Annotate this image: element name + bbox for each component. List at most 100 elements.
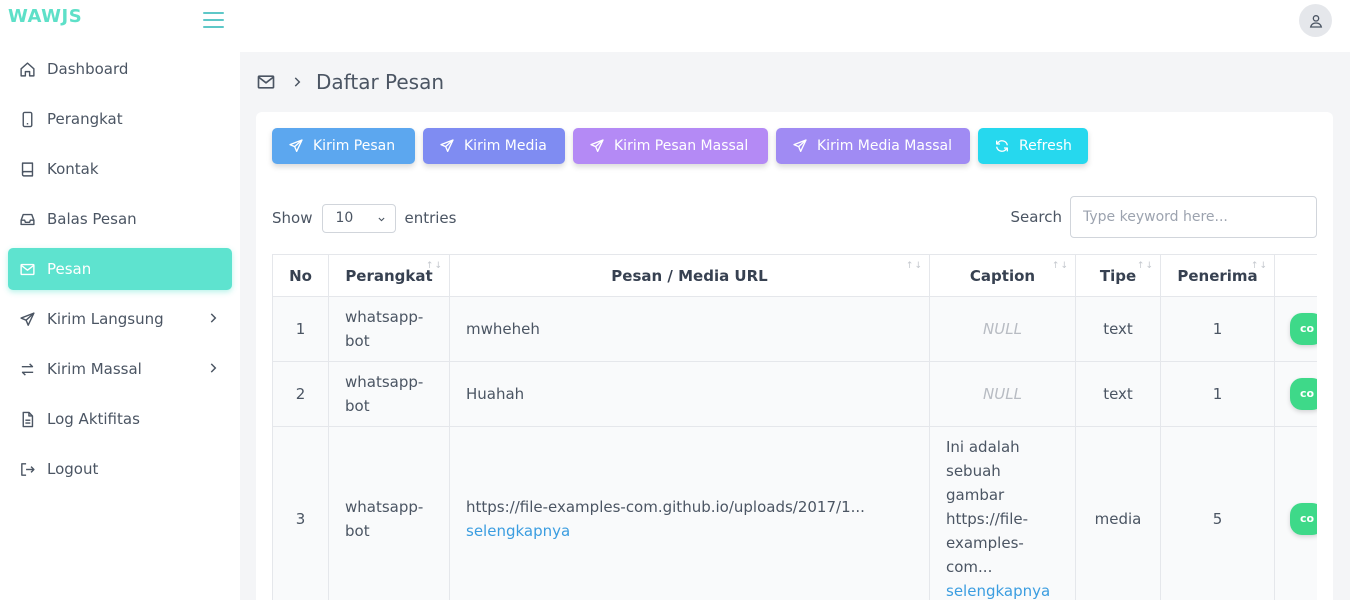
cell-perangkat: whatsapp-bot	[328, 426, 450, 600]
page-size-control: Show 10 entries	[272, 203, 456, 233]
search-control: Search	[1010, 196, 1317, 238]
send-icon	[289, 139, 303, 152]
column-header-perangkat[interactable]: Perangkat ↑↓	[328, 254, 450, 297]
send-icon	[590, 139, 604, 152]
chevron-right-icon	[210, 313, 217, 323]
chevron-right-icon	[294, 77, 301, 87]
breadcrumb: Daftar Pesan	[256, 68, 444, 96]
cell-perangkat: whatsapp-bot	[328, 361, 450, 427]
cell-no: 1	[272, 296, 329, 362]
cell-no: 2	[272, 361, 329, 427]
sidebar-item-balas-pesan[interactable]: Balas Pesan	[8, 198, 232, 240]
column-header-label: Caption	[969, 266, 1036, 285]
button-label: Kirim Pesan Massal	[614, 138, 749, 154]
column-header-label: Pesan / Media URL	[611, 266, 768, 285]
search-input[interactable]	[1070, 196, 1317, 238]
home-icon	[18, 60, 36, 78]
sort-icon: ↑↓	[1250, 261, 1268, 271]
page-size-select[interactable]: 10	[322, 203, 397, 233]
cell-caption: Ini adalah sebuah gambar https://file-ex…	[929, 426, 1076, 600]
kirim-pesan-massal-button[interactable]: Kirim Pesan Massal	[573, 128, 768, 164]
sidebar-item-pesan[interactable]: Pesan	[8, 248, 232, 290]
sidebar-item-label: Dashboard	[47, 60, 129, 78]
cell-pesan: https://file-examples-com.github.io/uplo…	[449, 426, 930, 600]
caption-text: Ini adalah sebuah gambar https://file-ex…	[946, 438, 1029, 576]
hamburger-menu-icon[interactable]	[203, 12, 224, 28]
cell-pesan: Huahah	[449, 361, 930, 427]
user-icon	[1309, 14, 1322, 28]
sidebar-item-label: Kirim Massal	[47, 360, 142, 378]
cell-no: 3	[272, 426, 329, 600]
cell-pesan: mwheheh	[449, 296, 930, 362]
status-badge: co	[1290, 378, 1317, 410]
sidebar-item-perangkat[interactable]: Perangkat	[8, 98, 232, 140]
sidebar-item-log-aktifitas[interactable]: Log Aktifitas	[8, 398, 232, 440]
user-avatar[interactable]	[1299, 4, 1332, 37]
sidebar-item-label: Kirim Langsung	[47, 310, 164, 328]
inbox-icon	[18, 210, 36, 228]
kirim-media-button[interactable]: Kirim Media	[423, 128, 565, 164]
column-header-pesan[interactable]: Pesan / Media URL ↑↓	[449, 254, 930, 297]
table-row: 1 whatsapp-bot mwheheh NULL text 1 co	[272, 296, 1317, 362]
column-header-caption[interactable]: Caption ↑↓	[929, 254, 1076, 297]
button-label: Refresh	[1019, 138, 1072, 154]
mail-icon	[257, 75, 275, 89]
document-icon	[18, 410, 36, 428]
read-more-link[interactable]: selengkapnya	[466, 519, 913, 543]
status-badge: co	[1290, 503, 1317, 535]
chevron-down-icon	[378, 217, 386, 221]
sort-icon: ↑↓	[1051, 261, 1069, 271]
kirim-media-massal-button[interactable]: Kirim Media Massal	[776, 128, 970, 164]
kirim-pesan-button[interactable]: Kirim Pesan	[272, 128, 415, 164]
cell-status: co	[1274, 296, 1317, 362]
cell-penerima: 5	[1160, 426, 1275, 600]
chevron-right-icon	[210, 363, 217, 373]
sidebar-item-label: Kontak	[47, 160, 99, 178]
cell-caption: NULL	[929, 296, 1076, 362]
cell-penerima: 1	[1160, 361, 1275, 427]
table-header-row: No Perangkat ↑↓ Pesan / Media URL ↑↓ Capti…	[272, 254, 1317, 297]
column-header-no[interactable]: No	[272, 254, 329, 297]
button-label: Kirim Media	[464, 138, 547, 154]
page-size-value: 10	[335, 210, 354, 226]
status-badge: co	[1290, 313, 1317, 345]
table-row: 3 whatsapp-bot https://file-examples-com…	[272, 426, 1317, 600]
device-icon	[18, 110, 36, 128]
sidebar-item-label: Balas Pesan	[47, 210, 137, 228]
messages-table-wrapper[interactable]: No Perangkat ↑↓ Pesan / Media URL ↑↓ Capti…	[272, 254, 1317, 600]
messages-table: No Perangkat ↑↓ Pesan / Media URL ↑↓ Capti…	[272, 254, 1317, 600]
show-label: Show	[272, 209, 313, 227]
button-label: Kirim Media Massal	[817, 138, 953, 154]
sort-icon: ↑↓	[1136, 261, 1154, 271]
read-more-link[interactable]: selengkapnya	[946, 579, 1059, 600]
column-header-label: Perangkat	[345, 266, 433, 285]
brand-logo[interactable]: WAWJS	[8, 6, 82, 27]
mail-icon	[18, 260, 36, 278]
column-header-tipe[interactable]: Tipe ↑↓	[1075, 254, 1161, 297]
cell-tipe: text	[1075, 296, 1161, 362]
sidebar-item-label: Logout	[47, 460, 99, 478]
sidebar-item-label: Log Aktifitas	[47, 410, 140, 428]
column-header-penerima[interactable]: Penerima ↑↓	[1160, 254, 1275, 297]
sidebar-item-dashboard[interactable]: Dashboard	[8, 48, 232, 90]
send-icon	[440, 139, 454, 152]
sidebar-item-kirim-massal[interactable]: Kirim Massal	[8, 348, 232, 390]
action-toolbar: Kirim Pesan Kirim Media Kirim Pesan Mass…	[272, 128, 1096, 164]
sidebar-item-label: Perangkat	[47, 110, 123, 128]
content-card: Kirim Pesan Kirim Media Kirim Pesan Mass…	[256, 112, 1333, 600]
cell-caption: NULL	[929, 361, 1076, 427]
column-header-status[interactable]: S	[1274, 254, 1317, 297]
sidebar-item-kirim-langsung[interactable]: Kirim Langsung	[8, 298, 232, 340]
refresh-button[interactable]: Refresh	[978, 128, 1088, 164]
sidebar-item-kontak[interactable]: Kontak	[8, 148, 232, 190]
column-header-label: Tipe	[1099, 266, 1137, 285]
cell-status: co	[1274, 361, 1317, 427]
logout-icon	[18, 460, 36, 478]
sort-icon: ↑↓	[905, 261, 923, 271]
cell-perangkat: whatsapp-bot	[328, 296, 450, 362]
column-header-label: Penerima	[1177, 266, 1258, 285]
sidebar-item-logout[interactable]: Logout	[8, 448, 232, 490]
sidebar-item-label: Pesan	[47, 260, 92, 278]
sort-icon: ↑↓	[425, 261, 443, 271]
message-url-text: https://file-examples-com.github.io/uplo…	[466, 498, 865, 516]
